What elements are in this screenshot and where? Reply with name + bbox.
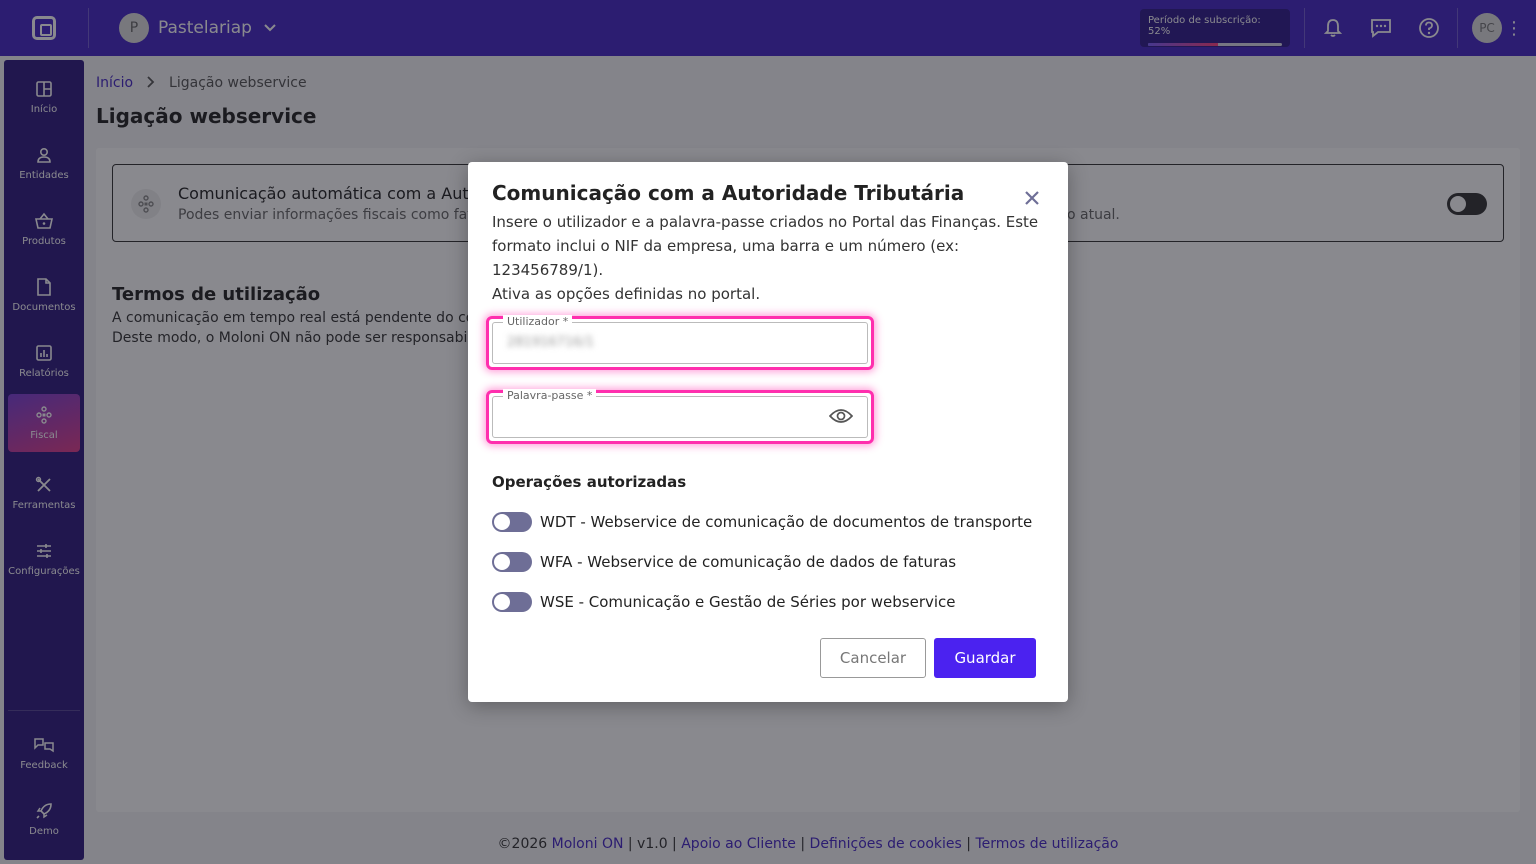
operation-wse: WSE - Comunicação e Gestão de Séries por… xyxy=(492,591,956,613)
eye-icon[interactable] xyxy=(828,407,854,429)
wse-toggle[interactable] xyxy=(492,592,532,612)
dialog-description: Insere o utilizador e a palavra-passe cr… xyxy=(492,210,1048,306)
wdt-toggle[interactable] xyxy=(492,512,532,532)
dialog-title: Comunicação com a Autoridade Tributária xyxy=(492,181,965,205)
username-value: 281916716/1 xyxy=(507,335,595,350)
username-label: Utilizador * xyxy=(503,315,573,328)
operation-wfa: WFA - Webservice de comunicação de dados… xyxy=(492,551,956,573)
authorized-operations-title: Operações autorizadas xyxy=(492,473,687,491)
operation-label: WSE - Comunicação e Gestão de Séries por… xyxy=(540,593,956,611)
at-communication-dialog: Comunicação com a Autoridade Tributária … xyxy=(468,162,1068,702)
username-field[interactable]: Utilizador * 281916716/1 xyxy=(492,315,868,364)
cancel-button[interactable]: Cancelar xyxy=(820,638,926,678)
dialog-description-text: Ativa as opções definidas no portal. xyxy=(492,285,761,303)
password-field[interactable]: Palavra-passe * xyxy=(492,389,868,438)
dialog-description-text: Insere o utilizador e a palavra-passe cr… xyxy=(492,213,1039,279)
operation-label: WDT - Webservice de comunicação de docum… xyxy=(540,513,1033,531)
save-button[interactable]: Guardar xyxy=(934,638,1036,678)
operation-label: WFA - Webservice de comunicação de dados… xyxy=(540,553,957,571)
password-label: Palavra-passe * xyxy=(503,389,597,402)
close-icon[interactable] xyxy=(1020,186,1044,210)
wfa-toggle[interactable] xyxy=(492,552,532,572)
operation-wdt: WDT - Webservice de comunicação de docum… xyxy=(492,511,1032,533)
